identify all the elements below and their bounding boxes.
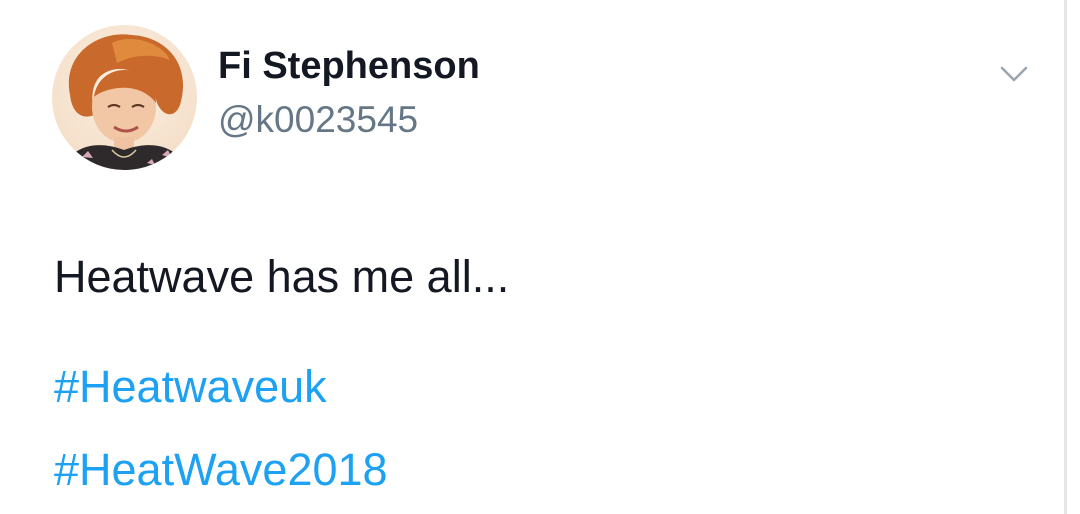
hashtag-link[interactable]: #HeatWave2018 — [54, 447, 388, 492]
chevron-down-icon[interactable] — [997, 60, 1031, 88]
tweet-card: Fi Stephenson @k0023545 Heatwave has me … — [0, 0, 1080, 514]
avatar[interactable] — [52, 25, 197, 170]
author-display-name[interactable]: Fi Stephenson — [218, 47, 480, 85]
avatar-photo-icon — [52, 25, 197, 170]
hashtag-link[interactable]: #Heatwaveuk — [54, 364, 327, 409]
tweet-text: Heatwave has me all... — [54, 251, 510, 302]
scroll-edge — [1064, 0, 1067, 514]
author-handle[interactable]: @k0023545 — [218, 101, 418, 138]
